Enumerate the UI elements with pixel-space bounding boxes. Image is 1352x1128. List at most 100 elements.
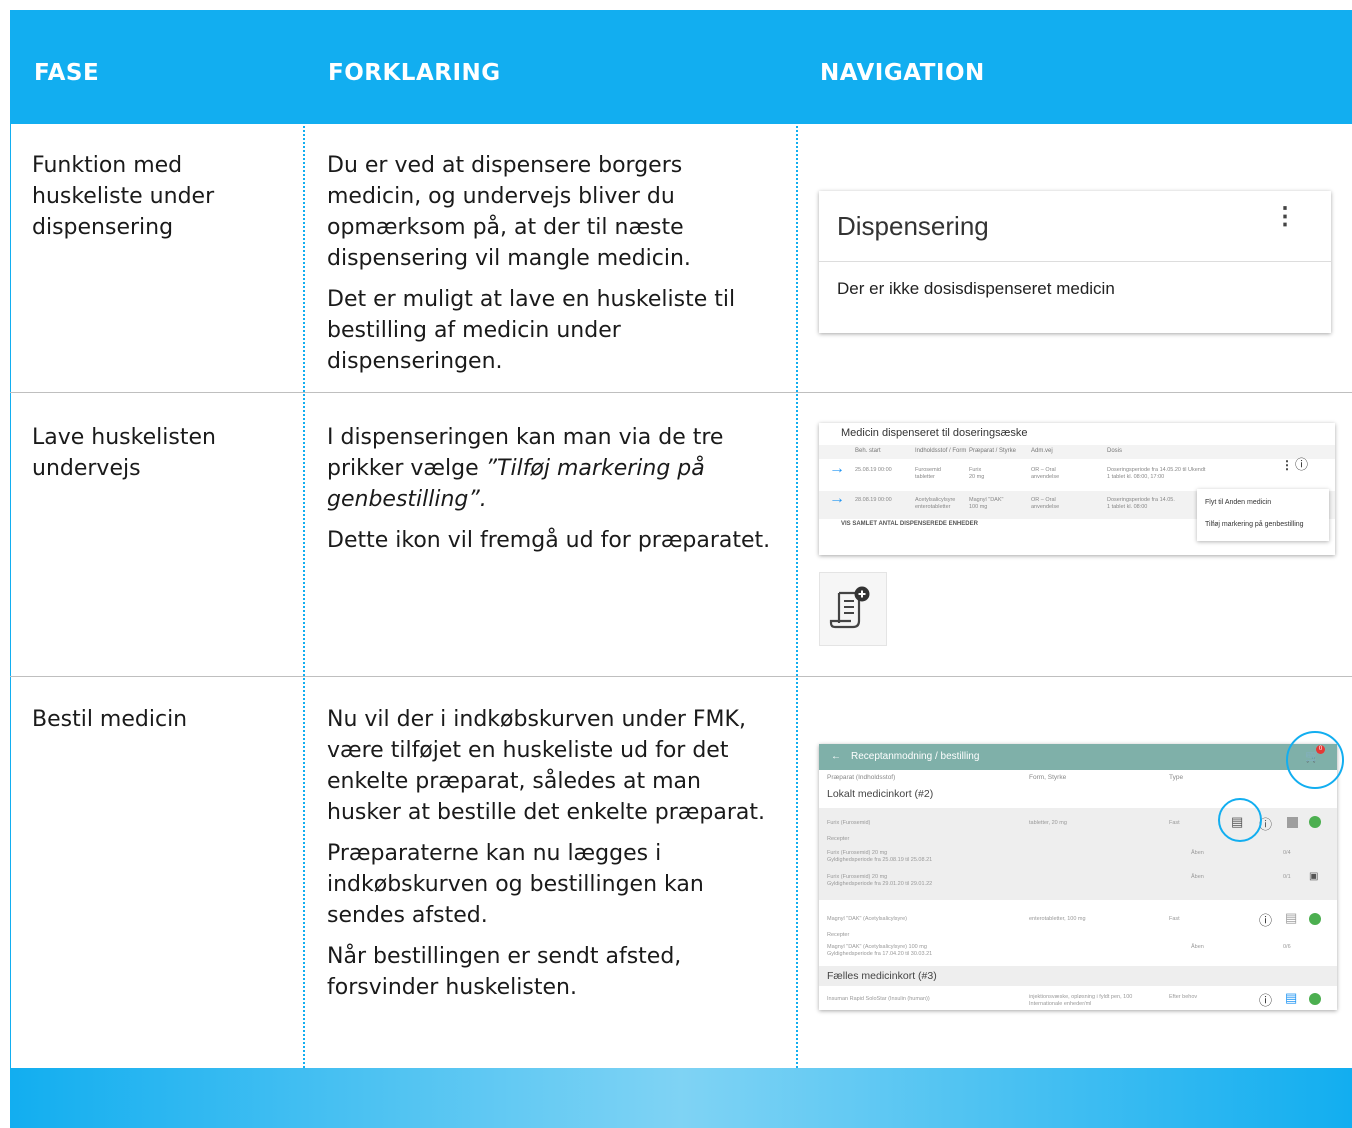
screenshot-receptanmodning: ← Receptanmodning / bestilling 🛒 0 Præpa… bbox=[819, 744, 1337, 1010]
add-icon[interactable] bbox=[1309, 913, 1321, 925]
adm-vej: OR – Oral bbox=[1031, 467, 1056, 473]
highlight-ring-cart bbox=[1286, 731, 1344, 789]
arrow-right-icon: → bbox=[829, 490, 845, 507]
context-menu: Flyt til Anden medicin Tilføj markering … bbox=[1197, 489, 1329, 541]
row-divider-1 bbox=[10, 392, 1352, 393]
header-navigation: NAVIGATION bbox=[820, 60, 985, 86]
add-icon[interactable] bbox=[1309, 993, 1321, 1005]
fase-row-1: Funktion med huskeliste under dispenseri… bbox=[32, 153, 215, 240]
dosis: Doseringsperiode fra 14.05. bbox=[1107, 497, 1175, 503]
table-title: Medicin dispenseret til doseringsæske bbox=[841, 427, 1028, 439]
column-header: Præparat / Styrke bbox=[969, 448, 1017, 454]
forklaring-row-1: Du er ved at dispensere borgers medicin,… bbox=[327, 150, 777, 387]
styrke: 20 mg bbox=[969, 474, 985, 480]
table-column-headers: Beh. start Indholdsstof / Form Præparat … bbox=[819, 445, 1335, 459]
recept-name: Furix (Furosemid) 20 mg bbox=[827, 874, 888, 880]
table-header: FASE FORKLARING NAVIGATION bbox=[10, 10, 1352, 124]
drug-type: Fast bbox=[1169, 916, 1180, 922]
form: enterotabletter bbox=[915, 504, 951, 510]
drug-form: tabletter, 20 mg bbox=[1029, 820, 1067, 826]
screenshot-medicin-dispenseret: Medicin dispenseret til doseringsæske Be… bbox=[819, 423, 1335, 555]
beh-start: 28.08.19 00:00 bbox=[855, 497, 892, 503]
section-lokalt-medicinkort: Lokalt medicinkort (#2) bbox=[827, 788, 934, 800]
column-header: Form, Styrke bbox=[1029, 774, 1067, 781]
header-fase: FASE bbox=[34, 60, 100, 86]
list-icon[interactable]: ▤ bbox=[1285, 910, 1297, 926]
info-icon[interactable]: ⓘ bbox=[1259, 990, 1272, 1009]
column-header: Indholdsstof / Form bbox=[915, 448, 967, 454]
adm-vej: OR – Oral bbox=[1031, 497, 1056, 503]
praeparat: Furix bbox=[969, 467, 982, 473]
dosis: Doseringsperiode fra 14.05.20 til Ukendt bbox=[1107, 467, 1206, 473]
recept-period: Gyldighedsperiode fra 17.04.20 til 30.03… bbox=[827, 951, 933, 957]
column-header: Beh. start bbox=[855, 448, 881, 454]
column-header: Adm.vej bbox=[1031, 448, 1053, 454]
left-border bbox=[10, 124, 11, 1068]
drug-name: Furix (Furosemid) bbox=[827, 820, 871, 826]
menu-item-flyt[interactable]: Flyt til Anden medicin bbox=[1205, 499, 1271, 506]
paragraph: Præparaterne kan nu lægges i indkøbskurv… bbox=[327, 841, 704, 928]
recept-period: Gyldighedsperiode fra 29.01.20 til 29.01… bbox=[827, 881, 933, 887]
dispensering-title: Dispensering bbox=[837, 211, 989, 241]
header-forklaring: FORKLARING bbox=[328, 60, 501, 86]
forklaring-row-3: Nu vil der i indkøbskurven under FMK, væ… bbox=[327, 704, 777, 1013]
recept-status: Åben bbox=[1191, 874, 1204, 880]
more-options-icon[interactable]: ⋮ bbox=[1281, 459, 1293, 471]
dispensering-message: Der er ikke dosisdispenseret medicin bbox=[837, 279, 1115, 298]
table-row[interactable]: → 25.08.19 00:00 Furosemid tabletter Fur… bbox=[819, 458, 1335, 489]
drug-name: Magnyl "DAK" (Acetylsalicylsyre) bbox=[827, 916, 908, 922]
paragraph: Dette ikon vil fremgå ud for præparatet. bbox=[327, 528, 771, 553]
recept-status: Åben bbox=[1191, 850, 1204, 856]
dosis-2: 1 tablet kl. 08:00, 17:00 bbox=[1107, 474, 1165, 480]
styrke: 100 mg bbox=[969, 504, 988, 510]
column-divider-2 bbox=[796, 10, 798, 1068]
recept-status: Åben bbox=[1191, 944, 1204, 950]
dosis-2: 1 tablet kl. 08:00 bbox=[1107, 504, 1148, 510]
calendar-icon[interactable]: ▣ bbox=[1309, 871, 1318, 882]
adm-vej-2: anvendelse bbox=[1031, 504, 1060, 510]
highlight-ring-reorder-icon bbox=[1218, 798, 1262, 842]
paragraph: Det er muligt at lave en huskeliste til … bbox=[327, 287, 736, 374]
fase-row-2: Lave huskelisten undervejs bbox=[32, 425, 216, 481]
info-icon[interactable]: ⓘ bbox=[1295, 458, 1308, 471]
document-table: FASE FORKLARING NAVIGATION Funktion med … bbox=[10, 10, 1352, 1128]
info-icon[interactable]: ⓘ bbox=[1259, 910, 1272, 929]
drug-type: Efter behov bbox=[1169, 994, 1198, 1000]
app-bar: ← Receptanmodning / bestilling 🛒 0 bbox=[819, 744, 1337, 770]
indholdsstof: Furosemid bbox=[915, 467, 941, 473]
adm-vej-2: anvendelse bbox=[1031, 474, 1060, 480]
recepter-label: Recepter bbox=[827, 932, 850, 938]
recept-name: Furix (Furosemid) 20 mg bbox=[827, 850, 888, 856]
drug-form-2: Internationale enheder/ml bbox=[1029, 1001, 1092, 1007]
reorder-icon-box bbox=[819, 572, 887, 646]
drug-form: injektionsvæske, opløsning i fyldt pen, … bbox=[1029, 994, 1133, 1000]
footer-band bbox=[10, 1068, 1352, 1128]
praeparat: Magnyl "DAK" bbox=[969, 497, 1004, 503]
more-options-icon[interactable]: ⋮ bbox=[1273, 205, 1297, 229]
forklaring-row-2: I dispenseringen kan man via de tre prik… bbox=[327, 422, 777, 566]
paragraph: Du er ved at dispensere borgers medicin,… bbox=[327, 153, 691, 271]
list-icon[interactable]: ▤ bbox=[1285, 990, 1297, 1006]
show-total-link[interactable]: VIS SAMLET ANTAL DISPENSEREDE ENHEDER bbox=[841, 521, 978, 527]
recept-name: Magnyl "DAK" (Acetylsalicylsyre) 100 mg bbox=[827, 944, 927, 950]
paragraph: I dispenseringen kan man via de tre prik… bbox=[327, 422, 777, 515]
recept-count: 0/4 bbox=[1283, 850, 1291, 856]
drug-type: Fast bbox=[1169, 820, 1180, 826]
column-header: Dosis bbox=[1107, 448, 1123, 454]
menu-item-tilfoej-markering[interactable]: Tilføj markering på genbestilling bbox=[1205, 521, 1304, 528]
reorder-list-plus-icon bbox=[829, 586, 870, 629]
form: tabletter bbox=[915, 474, 935, 480]
recept-period: Gyldighedsperiode fra 25.08.19 til 25.08… bbox=[827, 857, 933, 863]
paragraph: Nu vil der i indkøbskurven under FMK, væ… bbox=[327, 707, 765, 825]
app-bar-title: Receptanmodning / bestilling bbox=[851, 751, 980, 762]
column-header: Præparat (Indholdsstof) bbox=[827, 774, 896, 781]
beh-start: 25.08.19 00:00 bbox=[855, 467, 892, 473]
recept-count: 0/6 bbox=[1283, 944, 1291, 950]
back-icon[interactable]: ← bbox=[831, 751, 841, 762]
disabled-list-icon bbox=[1287, 817, 1298, 828]
section-faelles-medicinkort: Fælles medicinkort (#3) bbox=[827, 970, 937, 982]
add-icon[interactable] bbox=[1309, 816, 1321, 828]
arrow-right-icon: → bbox=[829, 460, 845, 477]
recept-count: 0/1 bbox=[1283, 874, 1291, 880]
screenshot-dispensering: Dispensering ⋮ Der er ikke dosisdispense… bbox=[819, 191, 1331, 333]
